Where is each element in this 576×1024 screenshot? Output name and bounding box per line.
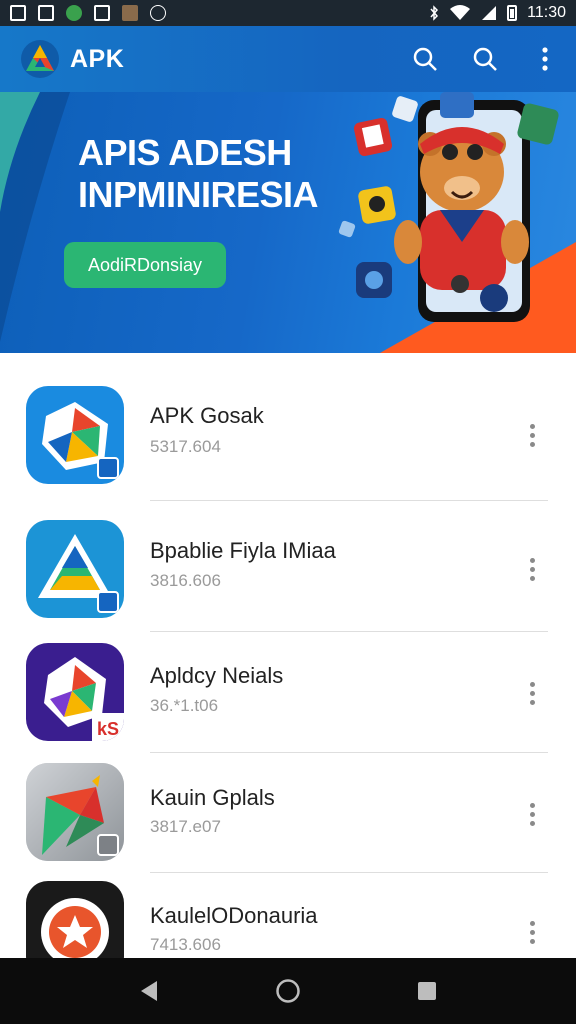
app-icon-apk-gosak — [26, 386, 124, 484]
photo-icon — [122, 5, 138, 21]
status-bar: 11:30 — [0, 0, 576, 26]
dot — [529, 681, 535, 687]
item-menu-button[interactable] — [520, 420, 544, 450]
recents-button[interactable] — [407, 971, 447, 1011]
promo-banner[interactable]: APIS ADESH INPMINIRESIA AodiRDonsiay — [0, 92, 576, 353]
divider — [150, 872, 548, 873]
search-icon — [473, 47, 497, 71]
banner-title-line2: INPMINIRESIA — [78, 174, 319, 215]
recents-icon — [417, 982, 436, 1000]
bpablie-app-icon — [26, 520, 124, 618]
signal-icon — [482, 6, 497, 20]
dot — [529, 811, 535, 817]
battery-icon — [507, 5, 518, 21]
app-meta: 36.*1.t06 — [150, 696, 219, 715]
dot — [529, 938, 535, 944]
dot — [529, 690, 535, 696]
dot — [529, 920, 535, 926]
app-name: KaulelODonauria — [150, 903, 318, 928]
dot — [529, 820, 535, 826]
app-meta: 3817.e07 — [150, 817, 221, 836]
dot — [529, 929, 535, 935]
gallery-icon — [10, 5, 26, 21]
app-name: Bpablie Fiyla IMiaa — [150, 538, 336, 563]
app-meta: 5317.604 — [150, 437, 221, 456]
more-options-button[interactable] — [530, 44, 560, 74]
dot — [529, 566, 535, 572]
apldcy-app-icon: kS — [26, 643, 124, 741]
svg-text:kS: kS — [97, 719, 119, 739]
apk-app-icon — [26, 386, 124, 484]
message-icon — [38, 5, 54, 21]
kauin-app-icon — [26, 763, 124, 861]
app-meta: 7413.606 — [150, 935, 221, 954]
home-icon — [276, 979, 300, 1003]
dot — [529, 699, 535, 705]
search-button[interactable] — [410, 44, 440, 74]
list-item[interactable]: Bpablie Fiyla IMiaa 3816.606 — [0, 516, 576, 636]
sync-icon — [150, 5, 166, 21]
item-menu-button[interactable] — [520, 554, 544, 584]
app-icon — [66, 5, 82, 21]
dot — [529, 575, 535, 581]
app-icon-apldcy: kS — [26, 643, 124, 741]
app-icon-bpablie — [26, 520, 124, 618]
banner-title: APIS ADESH INPMINIRESIA — [78, 132, 319, 216]
search-button-2[interactable] — [470, 44, 500, 74]
app-bar: APK — [0, 26, 576, 92]
photo-frame-icon — [94, 5, 110, 21]
banner-cta-button[interactable]: AodiRDonsiay — [64, 242, 226, 288]
app-title: APK — [70, 44, 125, 73]
status-time: 11:30 — [527, 4, 566, 21]
back-icon — [141, 981, 158, 1001]
dot — [529, 423, 535, 429]
dot — [529, 557, 535, 563]
bluetooth-icon — [430, 5, 439, 21]
apk-logo-icon — [21, 40, 59, 78]
banner-title-line1: APIS ADESH — [78, 132, 292, 173]
dot — [529, 441, 535, 447]
list-item[interactable]: kS Apldcy Neials 36.*1.t06 — [0, 641, 576, 761]
app-meta: 3816.606 — [150, 571, 221, 590]
app-icon-kauin — [26, 763, 124, 861]
dot — [529, 432, 535, 438]
item-menu-button[interactable] — [520, 917, 544, 947]
home-button[interactable] — [268, 971, 308, 1011]
app-name: Kauin Gplals — [150, 785, 275, 810]
item-menu-button[interactable] — [520, 799, 544, 829]
back-button[interactable] — [129, 971, 169, 1011]
divider — [150, 500, 548, 501]
list-item[interactable]: Kauin Gplals 3817.e07 — [0, 761, 576, 881]
dot — [529, 802, 535, 808]
navigation-bar — [0, 958, 576, 1024]
more-vert-icon — [542, 47, 548, 71]
divider — [150, 631, 548, 632]
wifi-icon — [450, 5, 471, 20]
app-name: Apldcy Neials — [150, 663, 284, 688]
list-item[interactable]: APK Gosak 5317.604 — [0, 381, 576, 501]
app-name: APK Gosak — [150, 403, 264, 428]
divider — [150, 752, 548, 753]
search-icon — [413, 47, 437, 71]
item-menu-button[interactable] — [520, 678, 544, 708]
